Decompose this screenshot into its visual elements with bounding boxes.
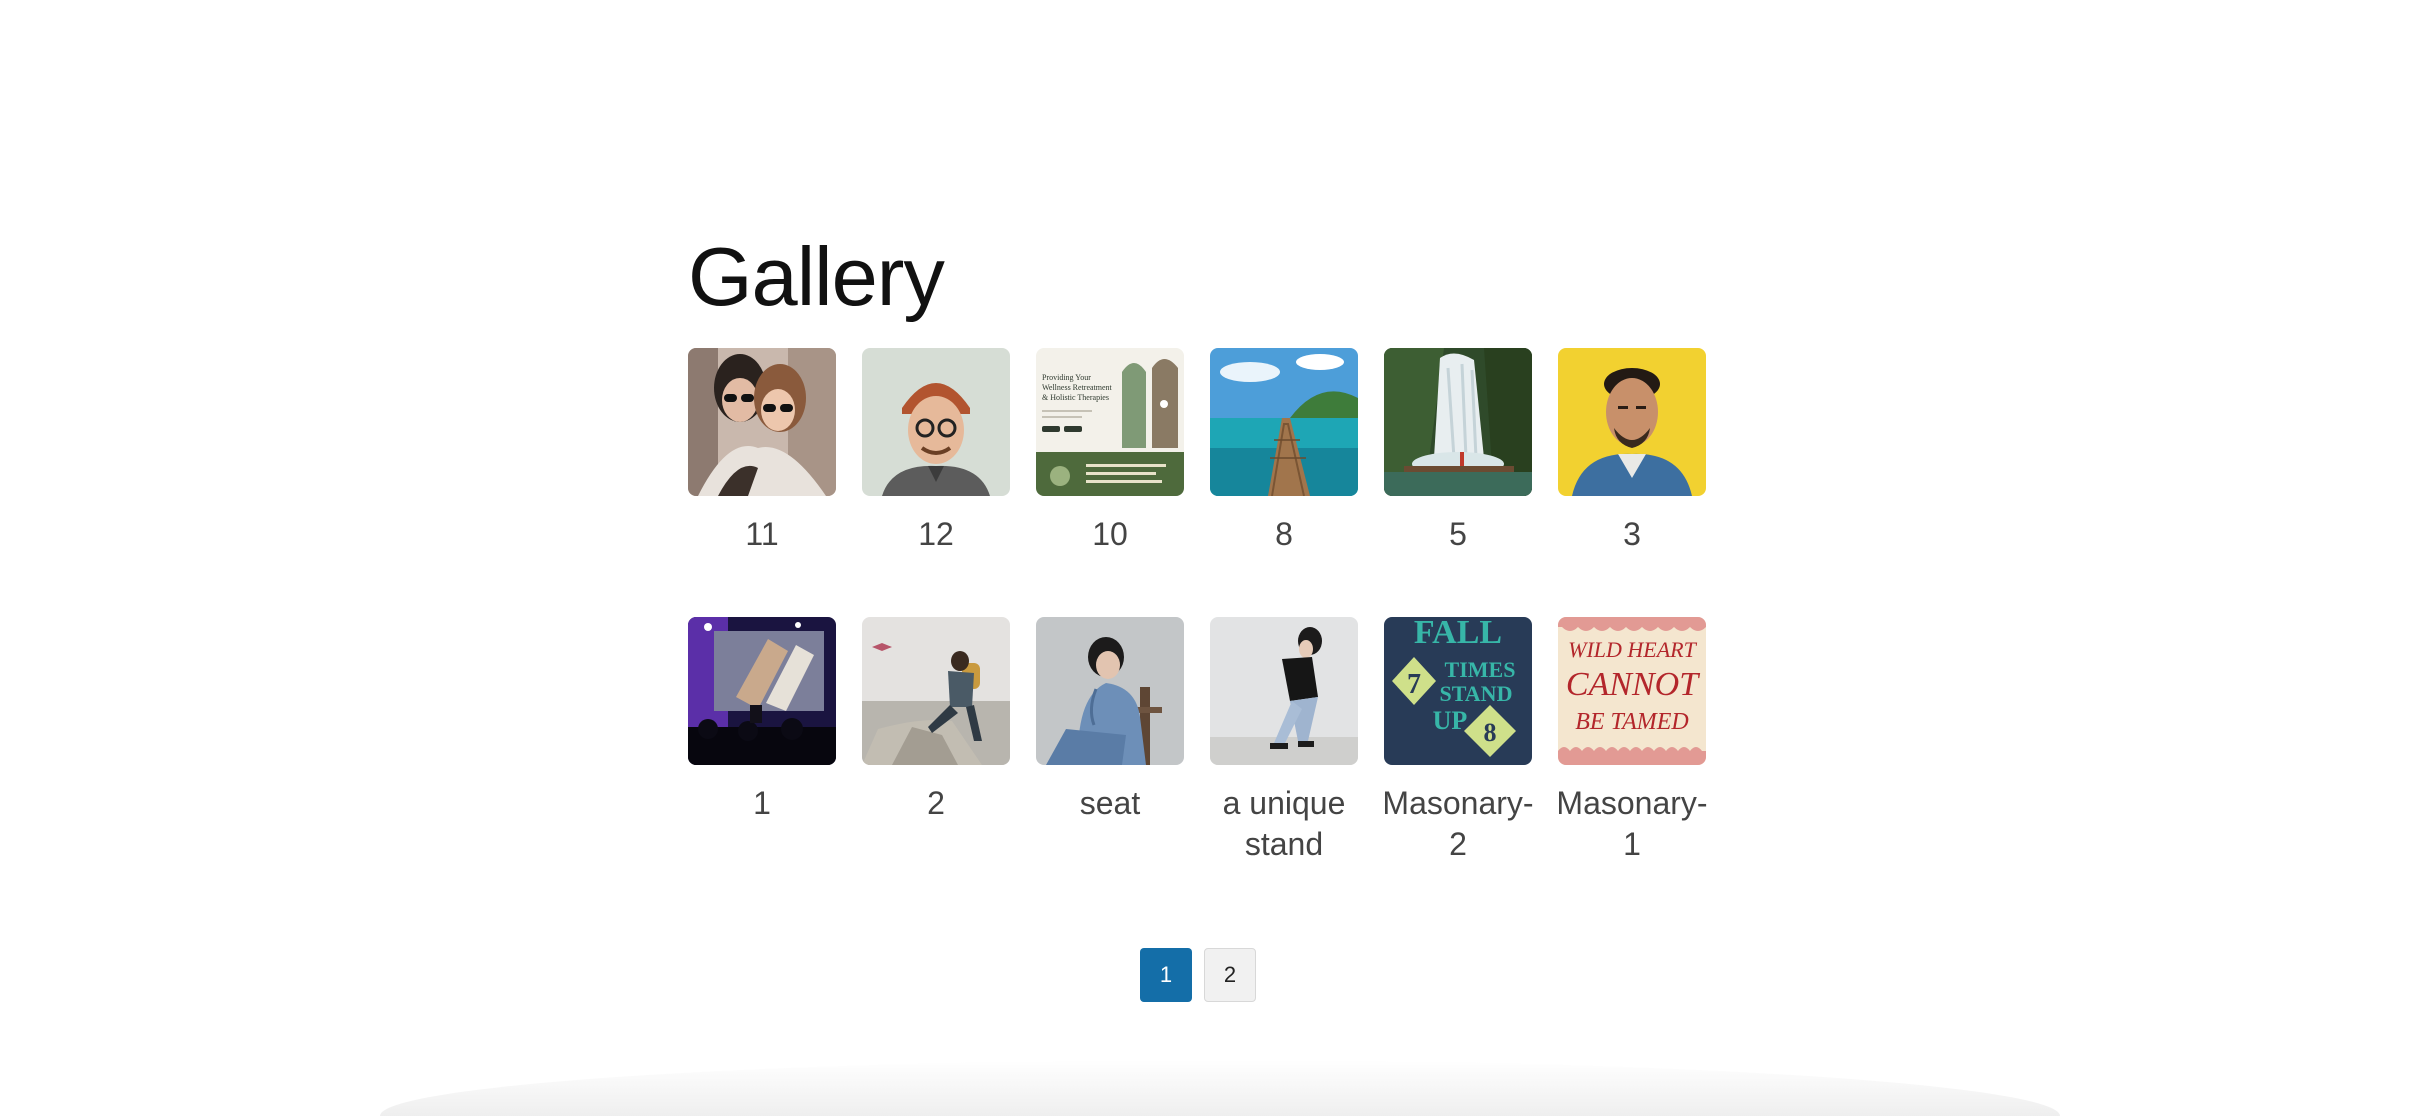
pagination: 1 2 [1140, 948, 1256, 1002]
poster-text-be-tamed: BE TAMED [1575, 709, 1689, 735]
poster-text-wild-heart: WILD HEART [1568, 637, 1697, 662]
gallery-item[interactable]: 8 [1210, 348, 1358, 555]
gallery-caption: 3 [1623, 516, 1641, 552]
gallery-caption: 1 [753, 785, 771, 821]
poster-text-times: TIMES [1445, 657, 1516, 682]
gallery-item[interactable]: FALL 7 TIMES STAND UP 8 Masonary-2 [1382, 617, 1534, 865]
gallery-caption: 8 [1275, 516, 1293, 552]
page: Gallery 11 12 Providing Your Wellness Re… [0, 0, 2436, 1116]
stage-presentation-phone-photo[interactable] [688, 617, 836, 765]
page-title: Gallery [688, 230, 945, 323]
man-glasses-beanie-photo[interactable] [862, 348, 1010, 496]
gallery-caption: a unique stand [1222, 785, 1346, 862]
wellness-website-mockup[interactable]: Providing Your Wellness Retreatment & Ho… [1036, 348, 1184, 496]
gallery-item[interactable]: a unique stand [1210, 617, 1358, 865]
gallery-caption: 12 [918, 516, 954, 552]
poster-text-stand: STAND [1440, 681, 1513, 706]
poster-text-up: UP [1433, 706, 1468, 735]
gallery-item[interactable]: 2 [862, 617, 1010, 865]
gallery-item[interactable]: 5 [1384, 348, 1532, 555]
man-yellow-background-photo[interactable] [1558, 348, 1706, 496]
footer-shadow [380, 1060, 2060, 1116]
page-button-2[interactable]: 2 [1204, 948, 1256, 1002]
gallery-caption: 2 [927, 785, 945, 821]
gallery-item[interactable]: 3 [1558, 348, 1706, 555]
gallery-caption: 10 [1092, 516, 1128, 552]
gallery-caption: seat [1079, 785, 1141, 821]
gallery-item[interactable]: 11 [688, 348, 836, 555]
gallery-caption: Masonary-1 [1556, 785, 1708, 862]
poster-text-fall: FALL [1414, 617, 1502, 651]
gallery-item[interactable]: seat [1036, 617, 1184, 865]
page-button-1[interactable]: 1 [1140, 948, 1192, 1002]
fall-7-times-typography-poster[interactable]: FALL 7 TIMES STAND UP 8 [1384, 617, 1532, 765]
gallery-caption: 5 [1449, 516, 1467, 552]
gallery-item[interactable]: WILD HEART CANNOT BE TAMED Masonary-1 [1556, 617, 1708, 865]
hiker-on-rock-photo[interactable] [862, 617, 1010, 765]
gallery-caption: 11 [745, 516, 779, 552]
gallery-item[interactable]: Providing Your Wellness Retreatment & Ho… [1036, 348, 1184, 555]
wooden-pier-lagoon-photo[interactable] [1210, 348, 1358, 496]
woman-denim-on-chair-photo[interactable] [1036, 617, 1184, 765]
two-women-sunglasses-photo[interactable] [688, 348, 836, 496]
poster-text-seven: 7 [1407, 669, 1421, 700]
gallery-caption: Masonary-2 [1382, 785, 1534, 862]
gallery-item[interactable]: 12 [862, 348, 1010, 555]
poster-text-eight: 8 [1484, 718, 1497, 747]
svg-text:Providing Your: Providing Your [1042, 373, 1091, 382]
woman-leaning-pose-photo[interactable] [1210, 617, 1358, 765]
poster-text-cannot: CANNOT [1566, 666, 1700, 703]
gallery-section: Gallery 11 12 Providing Your Wellness Re… [688, 222, 1748, 862]
gallery-grid: 11 12 Providing Your Wellness Retreatmen… [688, 348, 1748, 865]
wild-heart-typography-poster[interactable]: WILD HEART CANNOT BE TAMED [1558, 617, 1706, 765]
waterfall-forest-photo[interactable] [1384, 348, 1532, 496]
gallery-item[interactable]: 1 [688, 617, 836, 865]
svg-text:& Holistic Therapies: & Holistic Therapies [1042, 393, 1109, 402]
svg-text:Wellness Retreatment: Wellness Retreatment [1042, 383, 1113, 392]
